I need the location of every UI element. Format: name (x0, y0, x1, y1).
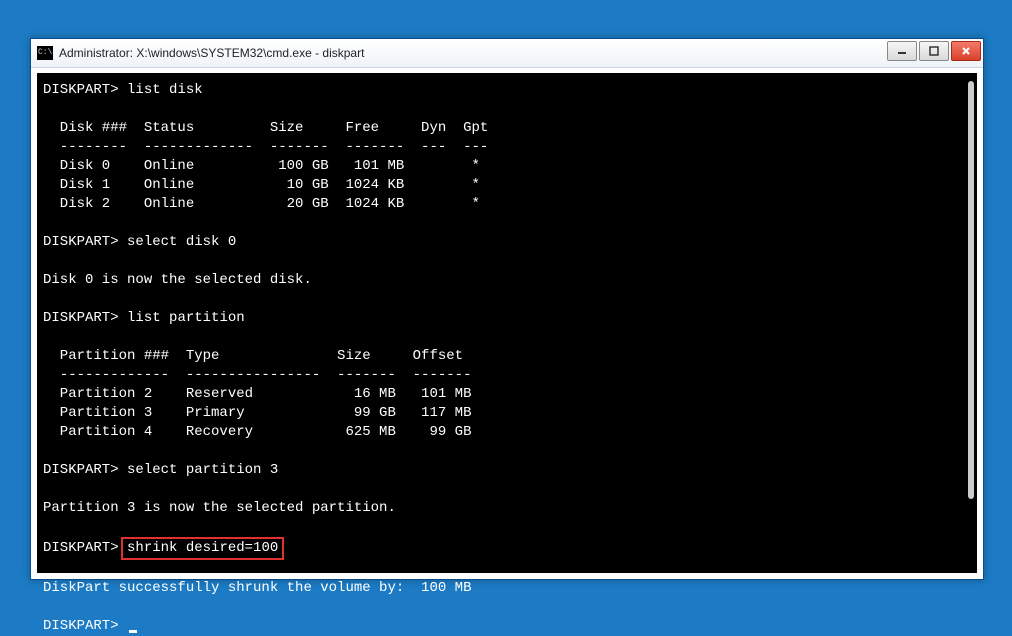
prompt: DISKPART> (43, 462, 119, 478)
cmd-list-partition: list partition (127, 310, 245, 326)
msg-selected-disk: Disk 0 is now the selected disk. (43, 272, 312, 288)
scrollbar-thumb[interactable] (968, 81, 974, 499)
partition-row: Partition 4 Recovery 625 MB 99 GB (43, 424, 471, 440)
partition-row: Partition 3 Primary 99 GB 117 MB (43, 405, 471, 421)
window-title: Administrator: X:\windows\SYSTEM32\cmd.e… (59, 46, 364, 60)
cursor (129, 630, 137, 633)
partition-table-header: Partition ### Type Size Offset (43, 348, 463, 364)
prompt: DISKPART> (43, 234, 119, 250)
disk-table-divider: -------- ------------- ------- ------- -… (43, 139, 488, 155)
highlighted-command: shrink desired=100 (121, 537, 284, 560)
window-buttons (887, 41, 981, 61)
cmd-icon (37, 46, 53, 60)
terminal[interactable]: DISKPART> list disk Disk ### Status Size… (43, 81, 961, 573)
minimize-button[interactable] (887, 41, 917, 61)
partition-table-divider: ------------- ---------------- ------- -… (43, 367, 471, 383)
titlebar[interactable]: Administrator: X:\windows\SYSTEM32\cmd.e… (31, 39, 983, 68)
prompt: DISKPART> (43, 82, 119, 98)
cmd-list-disk: list disk (127, 82, 203, 98)
client-area: DISKPART> list disk Disk ### Status Size… (37, 73, 977, 573)
prompt: DISKPART> (43, 618, 119, 634)
cmd-window: Administrator: X:\windows\SYSTEM32\cmd.e… (30, 38, 984, 580)
disk-row: Disk 0 Online 100 GB 101 MB * (43, 158, 480, 174)
close-button[interactable] (951, 41, 981, 61)
disk-row: Disk 1 Online 10 GB 1024 KB * (43, 177, 480, 193)
prompt: DISKPART> (43, 540, 119, 556)
prompt: DISKPART> (43, 310, 119, 326)
msg-shrunk: DiskPart successfully shrunk the volume … (43, 580, 471, 596)
cmd-select-partition: select partition 3 (127, 462, 278, 478)
msg-selected-partition: Partition 3 is now the selected partitio… (43, 500, 396, 516)
cmd-select-disk: select disk 0 (127, 234, 236, 250)
partition-row: Partition 2 Reserved 16 MB 101 MB (43, 386, 471, 402)
maximize-button[interactable] (919, 41, 949, 61)
disk-row: Disk 2 Online 20 GB 1024 KB * (43, 196, 480, 212)
disk-table-header: Disk ### Status Size Free Dyn Gpt (43, 120, 488, 136)
cmd-shrink: shrink desired=100 (127, 540, 278, 556)
